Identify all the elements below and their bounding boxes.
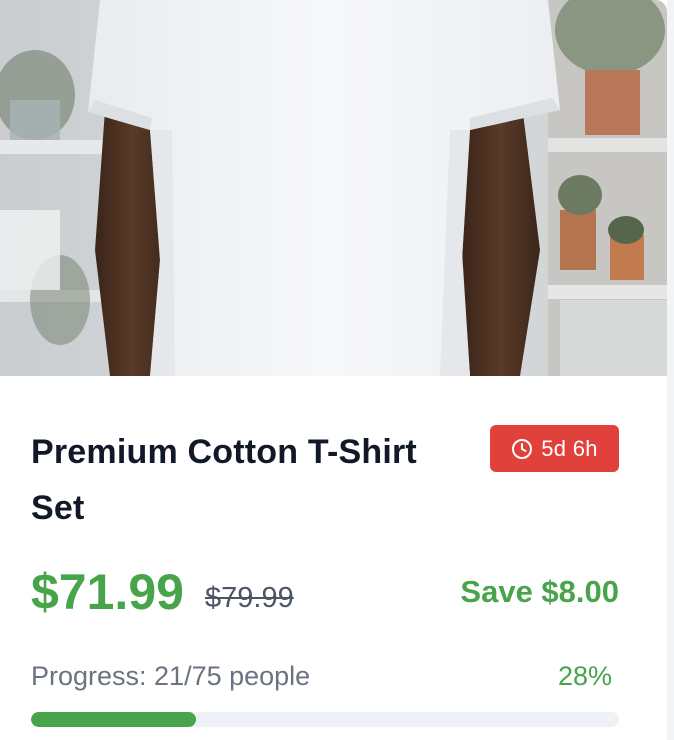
- progress-bar-fill: [31, 712, 196, 727]
- original-price: $79.99: [205, 582, 294, 614]
- price-row: $71.99 $79.99 Save $8.00: [31, 560, 619, 624]
- progress-label: Progress: 21/75 people: [31, 661, 311, 691]
- countdown-badge: 5d 6h: [490, 425, 619, 472]
- progress-bar: [31, 712, 619, 727]
- product-card[interactable]: Premium Cotton T-Shirt Set 5d 6h $71.99 …: [0, 0, 667, 740]
- clock-icon: [511, 438, 533, 460]
- product-image[interactable]: [0, 0, 667, 376]
- progress-percent: 28%: [557, 661, 612, 691]
- product-title: Premium Cotton T-Shirt Set: [31, 433, 417, 527]
- page-edge: [667, 0, 674, 740]
- countdown-text: 5d 6h: [541, 435, 598, 461]
- current-price: $71.99: [31, 564, 184, 620]
- savings-label: Save $8.00: [460, 574, 619, 609]
